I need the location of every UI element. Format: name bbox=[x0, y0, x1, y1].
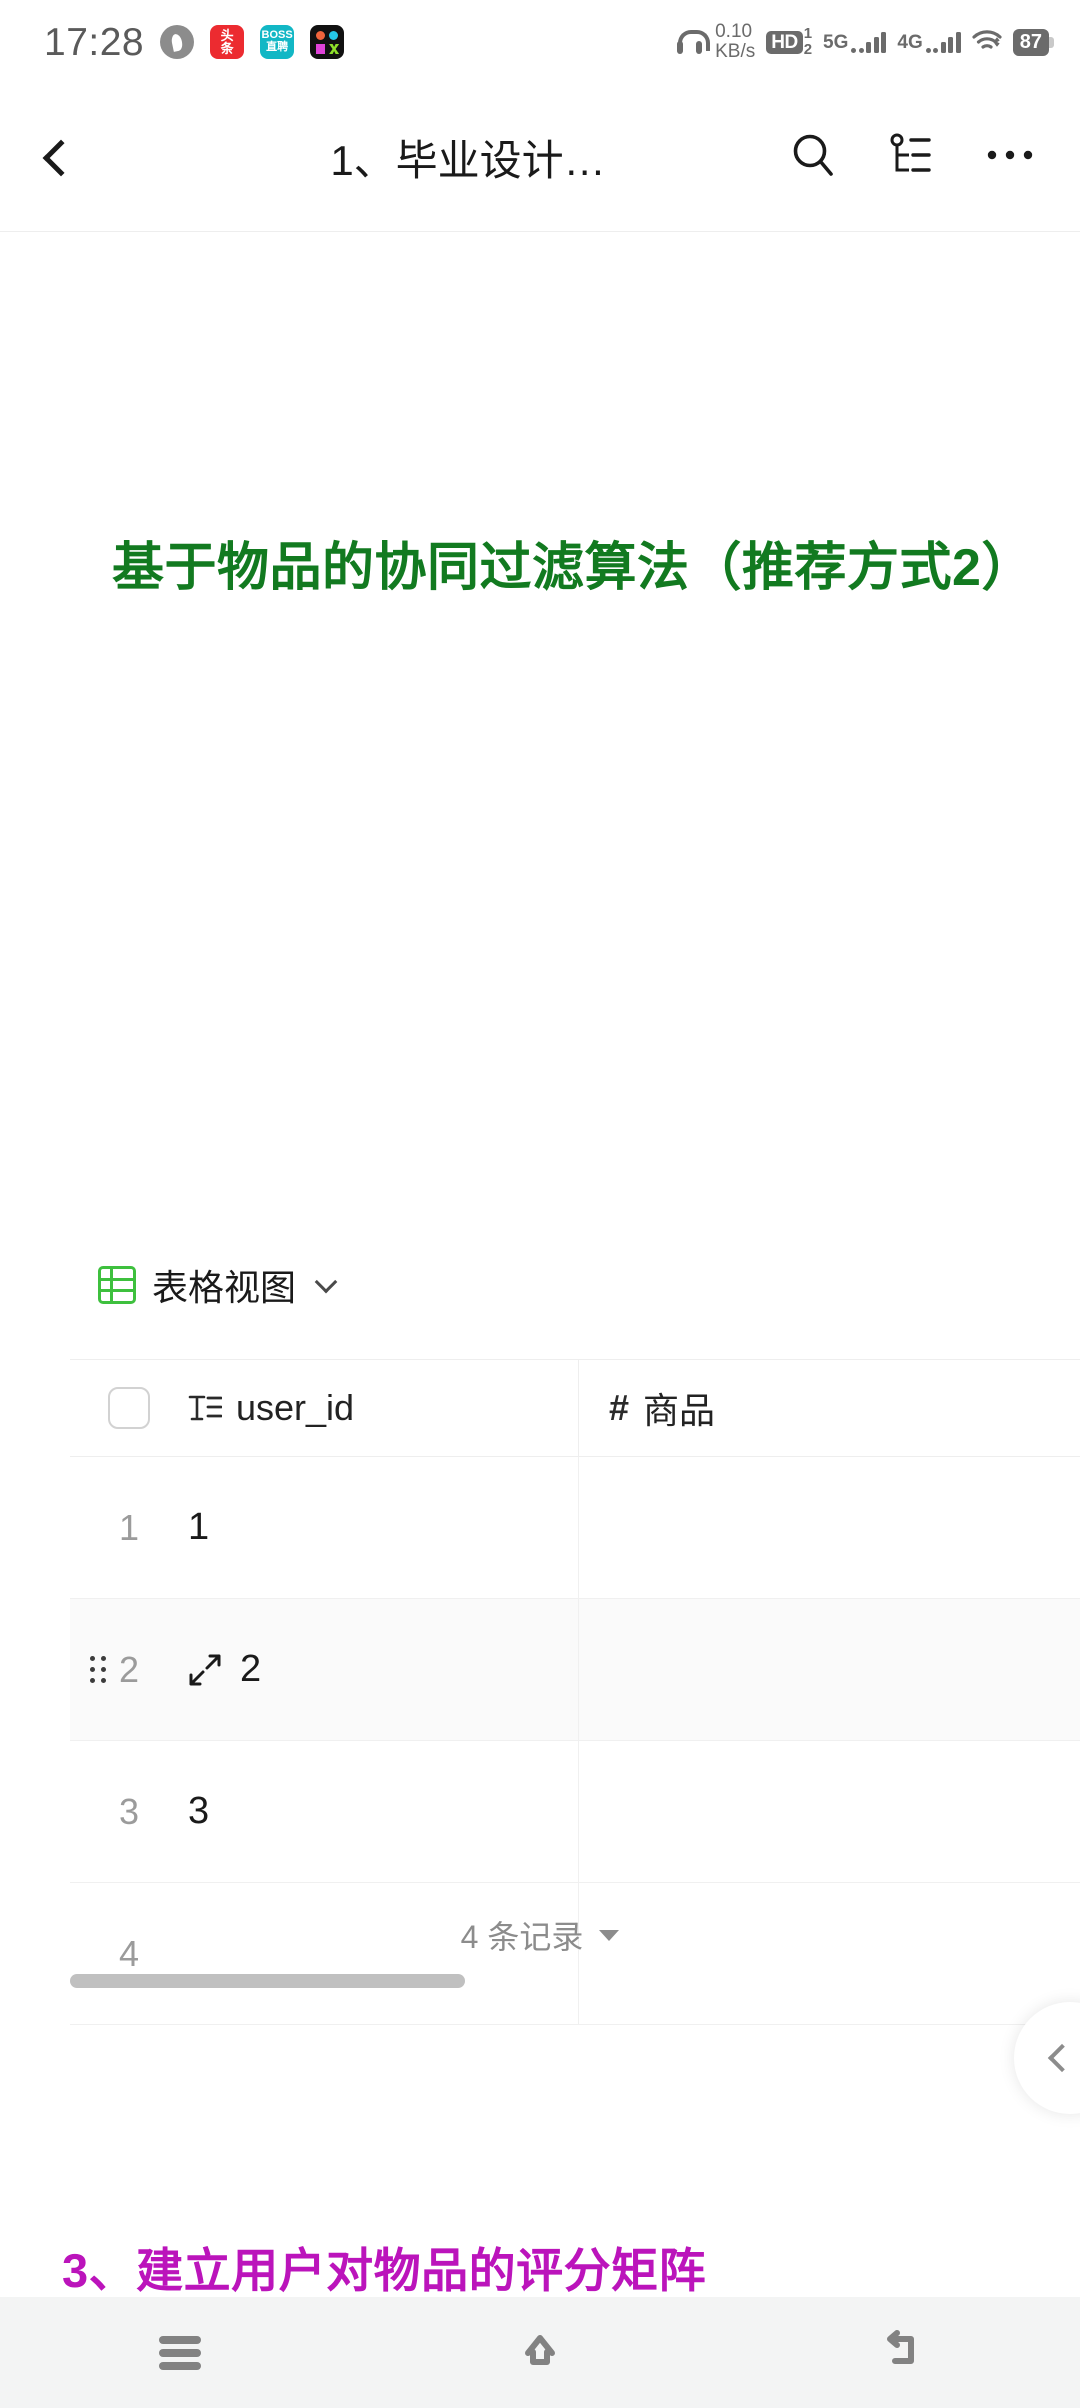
back-button[interactable] bbox=[6, 103, 116, 213]
table-view-switcher[interactable]: 表格视图 bbox=[98, 1259, 338, 1311]
network-speed-indicator: 0.10 KB/s bbox=[715, 20, 756, 62]
table-grid-icon bbox=[98, 1266, 136, 1304]
record-count-label: 4 条记录 bbox=[460, 1919, 584, 1955]
hd-voice-icon: HD 1 2 bbox=[766, 26, 812, 58]
sim2-signal-bars bbox=[925, 31, 961, 53]
text-type-icon bbox=[188, 1393, 223, 1423]
row-number: 1 bbox=[118, 1506, 140, 1548]
document-body: 基于物品的协同过滤算法（推荐方式2） 表格视图 user_id # 商品 1 1… bbox=[0, 232, 1080, 2297]
column-header-label: 商品 bbox=[643, 1390, 716, 1431]
browser-flame-icon bbox=[160, 25, 195, 59]
hd-sim-bottom: 2 bbox=[803, 41, 813, 58]
row-number-cell: 1 bbox=[70, 1457, 188, 1598]
boss-zhipin-icon: BOSS 直聘 bbox=[260, 25, 295, 59]
sim1-network-label: 5G bbox=[823, 31, 849, 53]
sim1-signal-icon: 5G bbox=[823, 31, 887, 53]
drag-handle-icon[interactable] bbox=[90, 1655, 108, 1684]
horizontal-scrollbar[interactable] bbox=[70, 1974, 1080, 1988]
header-actions bbox=[766, 106, 1080, 210]
table-view-label: 表格视图 bbox=[152, 1267, 297, 1308]
column-header-user-id[interactable]: user_id bbox=[188, 1387, 578, 1429]
home-button[interactable] bbox=[440, 2297, 640, 2408]
number-type-icon: # bbox=[609, 1387, 630, 1428]
page-title: 1、毕业设计… bbox=[330, 137, 606, 184]
battery-icon: 87 bbox=[1012, 28, 1054, 56]
select-all-cell[interactable] bbox=[70, 1387, 188, 1429]
recents-menu-icon bbox=[159, 2335, 201, 2370]
table-header-row: user_id # 商品 bbox=[70, 1359, 1080, 1457]
column-header-label: user_id bbox=[236, 1387, 355, 1428]
search-button[interactable] bbox=[766, 106, 862, 210]
toutiao-icon-bottom: 条 bbox=[220, 41, 234, 56]
column-header-product[interactable]: # 商品 bbox=[578, 1360, 1080, 1456]
sim2-network-label: 4G bbox=[897, 31, 923, 53]
table-cell-product[interactable] bbox=[578, 1457, 1080, 1598]
table-cell-product[interactable] bbox=[578, 1599, 1080, 1740]
home-icon bbox=[517, 2327, 563, 2378]
battery-level-label: 87 bbox=[1012, 28, 1049, 56]
hd-sim-indicator: 1 2 bbox=[804, 26, 812, 58]
search-icon bbox=[789, 130, 839, 185]
sim2-signal-icon: 4G bbox=[897, 31, 961, 53]
table-cell-user-id[interactable]: 2 bbox=[188, 1599, 578, 1740]
wifi-icon bbox=[972, 30, 1002, 54]
table-cell-user-id[interactable]: 3 bbox=[188, 1741, 578, 1882]
table-footer[interactable]: 4 条记录 bbox=[0, 1912, 1010, 1958]
more-button[interactable] bbox=[962, 106, 1058, 210]
phone-screen: 17:28 头 条 BOSS 直聘 0.10 KB/s HD 1 2 5G 4G… bbox=[0, 0, 1080, 2408]
section-heading-purple: 3、建立用户对物品的评分矩阵 bbox=[62, 2244, 707, 2297]
cell-value: 2 bbox=[240, 1648, 262, 1690]
table-cell-product[interactable] bbox=[578, 1741, 1080, 1882]
hd-sim-top: 1 bbox=[803, 25, 813, 43]
battery-cap bbox=[1049, 36, 1054, 48]
outline-tree-icon bbox=[887, 130, 937, 185]
status-bar-right: 0.10 KB/s HD 1 2 5G 4G 87 bbox=[676, 20, 1054, 62]
status-clock: 17:28 bbox=[44, 20, 145, 64]
back-button[interactable] bbox=[800, 2297, 1000, 2408]
expand-record-icon[interactable] bbox=[188, 1653, 222, 1687]
table-cell-user-id[interactable]: 1 bbox=[188, 1457, 578, 1598]
headphone-icon bbox=[676, 28, 711, 56]
chevron-left-icon bbox=[1047, 2043, 1077, 2073]
status-bar: 17:28 头 条 BOSS 直聘 0.10 KB/s HD 1 2 5G 4G… bbox=[0, 0, 1080, 84]
network-speed-unit: KB/s bbox=[715, 41, 756, 62]
boss-icon-bottom: 直聘 bbox=[266, 41, 289, 53]
row-number: 2 bbox=[118, 1648, 140, 1690]
network-speed-value: 0.10 bbox=[715, 20, 753, 42]
recents-button[interactable] bbox=[80, 2297, 280, 2408]
table-row[interactable]: 2 2 bbox=[70, 1599, 1080, 1741]
hd-label: HD bbox=[766, 30, 803, 54]
app-header: 1、毕业设计… bbox=[0, 84, 1080, 232]
chevron-left-icon bbox=[42, 139, 80, 176]
toutiao-icon: 头 条 bbox=[210, 25, 245, 59]
colorful-dots-app-icon bbox=[310, 25, 345, 59]
row-number-cell: 3 bbox=[70, 1741, 188, 1882]
outline-button[interactable] bbox=[864, 106, 960, 210]
sim1-signal-bars bbox=[851, 31, 887, 53]
section-heading-green: 基于物品的协同过滤算法（推荐方式2） bbox=[112, 539, 1034, 597]
android-navigation-bar bbox=[0, 2297, 1080, 2408]
row-number-cell: 2 bbox=[70, 1599, 188, 1740]
caret-down-icon[interactable] bbox=[599, 1929, 620, 1941]
select-all-checkbox[interactable] bbox=[108, 1387, 150, 1429]
back-arrow-icon bbox=[877, 2327, 923, 2378]
table-row[interactable]: 3 3 bbox=[70, 1741, 1080, 1883]
row-number: 3 bbox=[118, 1790, 140, 1832]
more-horizontal-icon bbox=[985, 145, 1035, 170]
chevron-down-icon[interactable] bbox=[314, 1270, 338, 1294]
horizontal-scrollbar-thumb[interactable] bbox=[70, 1974, 465, 1988]
table-row[interactable]: 1 1 bbox=[70, 1457, 1080, 1599]
cell-value: 1 bbox=[188, 1506, 210, 1548]
status-bar-left: 17:28 头 条 BOSS 直聘 bbox=[44, 20, 345, 64]
cell-value: 3 bbox=[188, 1790, 210, 1832]
